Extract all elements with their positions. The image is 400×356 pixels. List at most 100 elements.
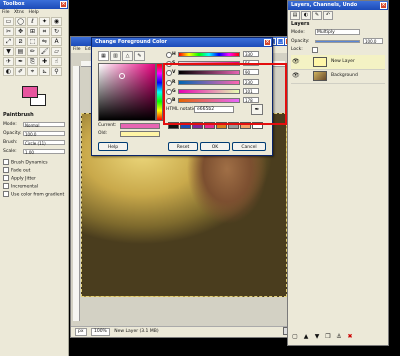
color-picker-icon[interactable]: ⌖ xyxy=(27,67,38,76)
layer-thumbnail xyxy=(313,57,327,67)
perspective-icon[interactable]: ⬚ xyxy=(27,37,38,46)
crop-icon[interactable]: ⌗ xyxy=(39,27,50,36)
layer-opacity-row: Opacity: 100.0 xyxy=(291,38,385,45)
text-icon[interactable]: A xyxy=(51,37,62,46)
brush-row: Brush: Circle (11) xyxy=(3,139,65,146)
ellipse-select-icon[interactable]: ◯ xyxy=(15,17,26,26)
check-brush-dynamics[interactable]: Brush Dynamics xyxy=(3,159,65,166)
layers-titlebar: Layers, Channels, Undo × xyxy=(288,1,388,10)
check-label: Brush Dynamics xyxy=(11,160,48,166)
layers-tab-icon[interactable]: ▤ xyxy=(290,11,300,20)
check-fade-out[interactable]: Fade out xyxy=(3,167,65,174)
toolbox-titlebar: Toolbox × xyxy=(0,0,68,9)
zoom-select[interactable]: 100% xyxy=(90,328,110,336)
lower-layer-icon[interactable]: ▼ xyxy=(313,333,321,341)
layer-row-new[interactable]: 👁 New Layer xyxy=(291,55,385,70)
smudge-icon[interactable]: ☝ xyxy=(51,57,62,66)
anchor-layer-icon[interactable]: ⚓ xyxy=(335,333,343,341)
layer-opacity-value[interactable]: 100.0 xyxy=(363,38,383,44)
status-text: New Layer (3.1 MB) xyxy=(114,329,159,334)
cancel-button[interactable]: Cancel xyxy=(232,142,266,151)
ok-button[interactable]: OK xyxy=(200,142,230,151)
color-cursor[interactable] xyxy=(119,73,125,79)
menu-file[interactable]: File xyxy=(2,10,10,15)
lock-alpha-checkbox[interactable] xyxy=(312,47,318,53)
undo-tab-icon[interactable]: ↶ xyxy=(323,11,333,20)
rotate-icon[interactable]: ↻ xyxy=(51,27,62,36)
eraser-icon[interactable]: ▱ xyxy=(51,47,62,56)
airbrush-icon[interactable]: ✈ xyxy=(3,57,14,66)
eye-icon[interactable]: 👁 xyxy=(292,58,300,66)
old-color-swatch xyxy=(120,131,160,137)
bucket-fill-icon[interactable]: ▼ xyxy=(3,47,14,56)
close-icon[interactable]: × xyxy=(264,39,271,46)
align-icon[interactable]: ⊞ xyxy=(27,27,38,36)
layer-mode-label: Mode: xyxy=(291,30,305,35)
paths-tab-icon[interactable]: ✎ xyxy=(312,11,322,20)
gimp-selector-icon[interactable]: ▦ xyxy=(98,51,109,61)
mode-select[interactable]: Normal xyxy=(23,122,65,128)
h-slider[interactable] xyxy=(178,52,240,57)
new-layer-icon[interactable]: ▢ xyxy=(291,333,299,341)
gradient-icon[interactable]: ▤ xyxy=(15,47,26,56)
checkbox-icon xyxy=(3,175,9,181)
opacity-slider[interactable]: 100.0 xyxy=(23,131,65,137)
paintbrush-icon[interactable]: 🖌 xyxy=(39,47,50,56)
lasso-icon[interactable]: ℓ xyxy=(27,17,38,26)
measure-icon[interactable]: ⊾ xyxy=(39,67,50,76)
scale-slider[interactable]: 1.00 xyxy=(23,149,65,155)
foreground-color-swatch-front[interactable] xyxy=(22,86,38,98)
raise-layer-icon[interactable]: ▲ xyxy=(302,333,310,341)
checkbox-icon xyxy=(3,159,9,165)
heal-icon[interactable]: ✚ xyxy=(39,57,50,66)
watercolor-selector-icon[interactable]: ✎ xyxy=(134,51,145,61)
menu-xtns[interactable]: Xtns xyxy=(14,10,24,15)
brush-label: Brush: xyxy=(3,140,18,145)
flip-icon[interactable]: ⇋ xyxy=(39,37,50,46)
layer-row-background[interactable]: 👁 Background xyxy=(291,69,385,84)
brush-select[interactable]: Circle (11) xyxy=(23,140,65,146)
channels-tab-icon[interactable]: ◐ xyxy=(301,11,311,20)
checkbox-icon xyxy=(3,167,9,173)
color-select-icon[interactable]: ◉ xyxy=(51,17,62,26)
eye-icon[interactable]: 👁 xyxy=(292,72,300,80)
unit-select[interactable]: px xyxy=(75,328,87,336)
ink-icon[interactable]: ✒ xyxy=(15,57,26,66)
clone-icon[interactable]: ⎘ xyxy=(27,57,38,66)
saturation-value-square[interactable] xyxy=(98,63,156,121)
dodge-burn-icon[interactable]: ◐ xyxy=(3,67,14,76)
layer-name: New Layer xyxy=(331,59,355,64)
reset-button[interactable]: Reset xyxy=(168,142,198,151)
scissors-icon[interactable]: ✂ xyxy=(3,27,14,36)
cmyk-selector-icon[interactable]: ▥ xyxy=(110,51,121,61)
h-spinbox[interactable]: 330 xyxy=(243,51,259,57)
layer-mode-select[interactable]: Multiply xyxy=(315,29,360,35)
scale-icon[interactable]: ⤢ xyxy=(3,37,14,46)
help-button[interactable]: Help xyxy=(98,142,128,151)
check-use-gradient[interactable]: Use color from gradient xyxy=(3,191,65,198)
zoom-icon[interactable]: ⚲ xyxy=(51,67,62,76)
triangle-selector-icon[interactable]: △ xyxy=(122,51,133,61)
pencil-icon[interactable]: ✏ xyxy=(27,47,38,56)
toolbox-window: Toolbox × File Xtns Help ▭ ◯ ℓ ✦ ◉ ✂ ✥ ⊞ ⌗ ↻ ⤢ ⧄ ⬚ ⇋ A… xyxy=(0,0,69,356)
delete-layer-icon[interactable]: ✖ xyxy=(346,333,354,341)
toolbox-menubar: File Xtns Help xyxy=(0,9,68,16)
fuzzy-select-icon[interactable]: ✦ xyxy=(39,17,50,26)
hue-strip[interactable] xyxy=(156,63,163,121)
check-label: Fade out xyxy=(11,168,31,174)
menu-file[interactable]: File xyxy=(73,47,81,52)
rect-select-icon[interactable]: ▭ xyxy=(3,17,14,26)
duplicate-layer-icon[interactable]: ❐ xyxy=(324,333,332,341)
close-icon[interactable]: × xyxy=(60,1,67,8)
shear-icon[interactable]: ⧄ xyxy=(15,37,26,46)
close-icon[interactable]: × xyxy=(380,2,387,9)
menu-help[interactable]: Help xyxy=(28,10,38,15)
move-icon[interactable]: ✥ xyxy=(15,27,26,36)
path-icon[interactable]: ✐ xyxy=(15,67,26,76)
check-apply-jitter[interactable]: Apply Jitter xyxy=(3,175,65,182)
layer-opacity-slider[interactable] xyxy=(315,40,360,43)
maximize-icon[interactable]: □ xyxy=(277,38,284,45)
check-incremental[interactable]: Incremental xyxy=(3,183,65,190)
check-label: Use color from gradient xyxy=(11,192,65,198)
current-color-swatch xyxy=(120,123,160,129)
